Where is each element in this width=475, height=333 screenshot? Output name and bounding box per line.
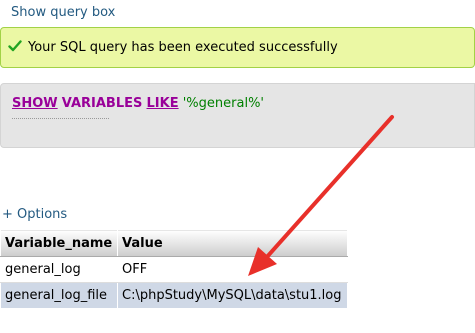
success-message-text: Your SQL query has been executed success… bbox=[28, 40, 338, 55]
sql-query-code: SHOW VARIABLES LIKE '%general%' bbox=[12, 96, 264, 111]
sql-dotted-divider bbox=[12, 118, 109, 126]
table-row[interactable]: general_log OFF bbox=[0, 256, 348, 283]
results-table: Variable_name Value general_log OFF gene… bbox=[0, 229, 348, 309]
success-message-box: Your SQL query has been executed success… bbox=[0, 27, 475, 68]
column-header-value[interactable]: Value bbox=[117, 229, 348, 257]
show-query-box-link[interactable]: Show query box bbox=[11, 5, 115, 20]
check-icon bbox=[8, 40, 22, 52]
cell-value: OFF bbox=[117, 256, 348, 283]
cell-variable-name: general_log bbox=[0, 256, 118, 283]
cell-value: C:\phpStudy\MySQL\data\stu1.log bbox=[117, 282, 348, 309]
table-row[interactable]: general_log_file C:\phpStudy\MySQL\data\… bbox=[0, 282, 348, 309]
cell-variable-name: general_log_file bbox=[0, 282, 118, 309]
table-header-row: Variable_name Value bbox=[0, 229, 348, 257]
sql-keyword-like-link[interactable]: LIKE bbox=[147, 96, 179, 111]
column-header-variable-name[interactable]: Variable_name bbox=[0, 229, 118, 257]
options-link[interactable]: + Options bbox=[2, 207, 67, 222]
sql-keyword-variables: VARIABLES bbox=[61, 96, 143, 111]
sql-keyword-show-link[interactable]: SHOW bbox=[12, 96, 58, 111]
sql-query-box: SHOW VARIABLES LIKE '%general%' bbox=[0, 83, 475, 148]
sql-string-literal: '%general%' bbox=[182, 96, 264, 111]
